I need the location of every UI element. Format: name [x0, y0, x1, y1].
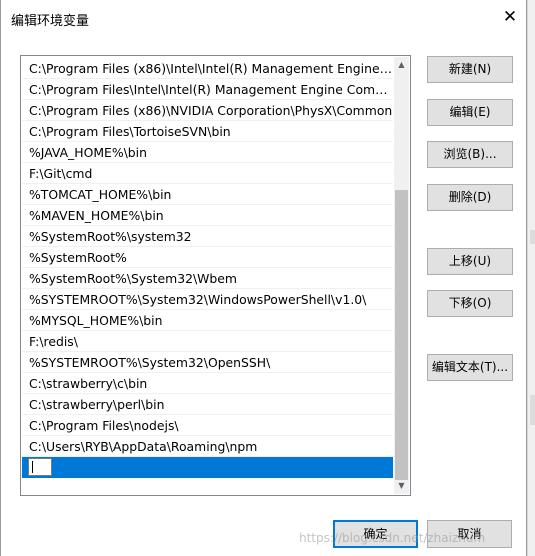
- scroll-down-icon[interactable]: ▼: [394, 478, 409, 494]
- list-item[interactable]: %TOMCAT_HOME%\bin: [22, 184, 393, 205]
- title-bar[interactable]: 编辑环境变量 ✕: [1, 0, 526, 34]
- list-item[interactable]: %SystemRoot%\system32: [22, 226, 393, 247]
- background-mark: [530, 230, 535, 244]
- text-caret: [32, 461, 33, 473]
- list-item[interactable]: C:\strawberry\perl\bin: [22, 394, 393, 415]
- list-item[interactable]: %SystemRoot%: [22, 247, 393, 268]
- list-item[interactable]: %MAVEN_HOME%\bin: [22, 205, 393, 226]
- browse-button[interactable]: 浏览(B)...: [427, 141, 513, 168]
- list-item[interactable]: C:\Program Files (x86)\Intel\Intel(R) Ma…: [22, 58, 393, 79]
- edit-text-button[interactable]: 编辑文本(T)...: [427, 354, 513, 381]
- watermark: https://blog.csdn.net/zhaizhum: [299, 531, 486, 545]
- list-item[interactable]: C:\strawberry\c\bin: [22, 373, 393, 394]
- path-list-items: C:\Program Files (x86)\Intel\Intel(R) Ma…: [22, 58, 393, 478]
- list-item[interactable]: C:\Program Files\nodejs\: [22, 415, 393, 436]
- selected-list-item[interactable]: [22, 457, 393, 478]
- background-window-edge: [527, 0, 535, 556]
- list-item[interactable]: F:\redis\: [22, 331, 393, 352]
- new-path-input[interactable]: [28, 458, 52, 476]
- list-item[interactable]: %SYSTEMROOT%\System32\OpenSSH\: [22, 352, 393, 373]
- list-item[interactable]: %SYSTEMROOT%\System32\WindowsPowerShell\…: [22, 289, 393, 310]
- delete-button[interactable]: 删除(D): [427, 184, 513, 211]
- scroll-thumb[interactable]: [395, 190, 408, 480]
- list-item[interactable]: %SystemRoot%\System32\Wbem: [22, 268, 393, 289]
- background-mark: [530, 395, 535, 425]
- list-item[interactable]: %MYSQL_HOME%\bin: [22, 310, 393, 331]
- new-button[interactable]: 新建(N): [427, 56, 513, 83]
- list-item[interactable]: C:\Program Files\TortoiseSVN\bin: [22, 121, 393, 142]
- window-title: 编辑环境变量: [11, 14, 90, 29]
- vertical-scrollbar[interactable]: ▲ ▼: [394, 57, 409, 494]
- scroll-up-icon[interactable]: ▲: [394, 57, 409, 73]
- path-list[interactable]: C:\Program Files (x86)\Intel\Intel(R) Ma…: [20, 55, 411, 496]
- move-down-button[interactable]: 下移(O): [427, 290, 513, 317]
- list-item[interactable]: C:\Program Files (x86)\NVIDIA Corporatio…: [22, 100, 393, 121]
- edit-environment-variable-dialog: 编辑环境变量 ✕ C:\Program Files (x86)\Intel\In…: [0, 0, 527, 556]
- edit-button[interactable]: 编辑(E): [427, 99, 513, 126]
- list-item[interactable]: F:\Git\cmd: [22, 163, 393, 184]
- list-item[interactable]: C:\Program Files\Intel\Intel(R) Manageme…: [22, 79, 393, 100]
- move-up-button[interactable]: 上移(U): [427, 248, 513, 275]
- list-item[interactable]: C:\Users\RYB\AppData\Roaming\npm: [22, 436, 393, 457]
- close-icon[interactable]: ✕: [498, 6, 522, 28]
- list-item[interactable]: %JAVA_HOME%\bin: [22, 142, 393, 163]
